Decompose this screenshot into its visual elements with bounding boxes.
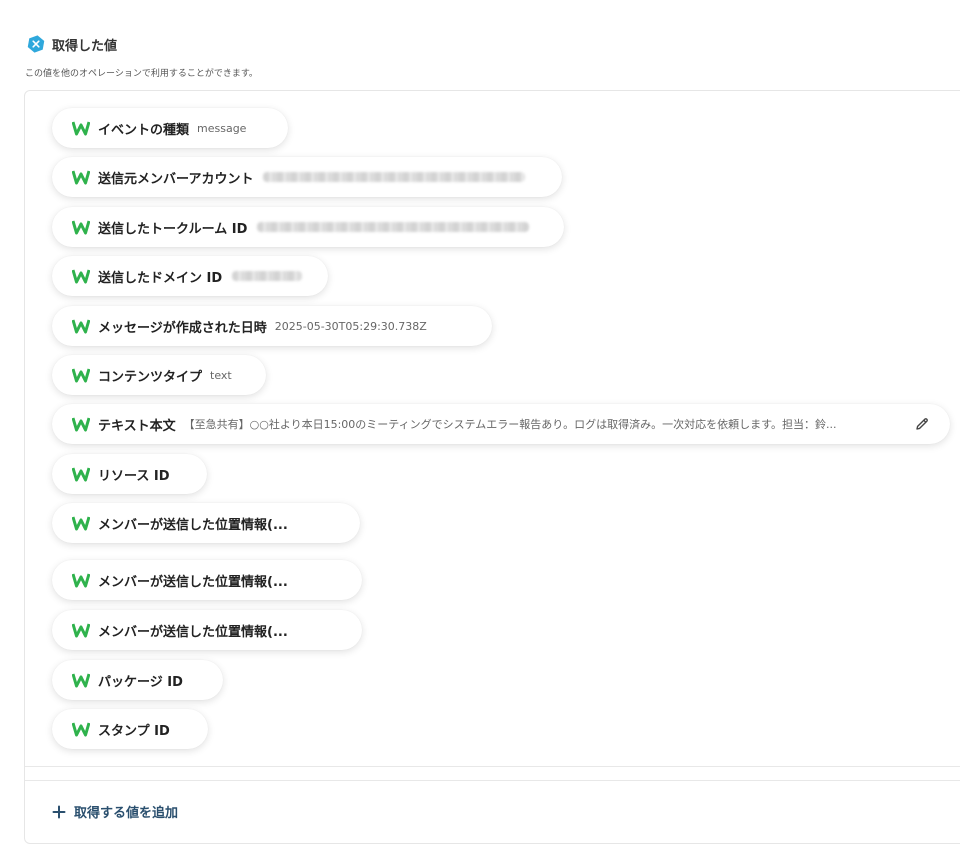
field-label: メッセージが作成された日時 bbox=[98, 320, 267, 336]
lineworks-logo-icon bbox=[72, 368, 90, 383]
divider bbox=[25, 780, 960, 781]
lineworks-logo-icon bbox=[72, 121, 90, 136]
lineworks-logo-icon bbox=[72, 269, 90, 284]
field-label: メンバーが送信した位置情報(... bbox=[98, 624, 288, 640]
divider bbox=[25, 766, 960, 767]
section-header: 取得した値 bbox=[26, 34, 117, 54]
pencil-icon[interactable] bbox=[914, 416, 930, 432]
field-value: message bbox=[197, 121, 247, 135]
field-pill-content-type[interactable]: コンテンツタイプ text bbox=[52, 355, 266, 395]
field-pill-resource-id[interactable]: リソース ID bbox=[52, 454, 207, 494]
field-value: text bbox=[210, 368, 232, 382]
field-label: 送信元メンバーアカウント bbox=[98, 171, 254, 187]
close-hexagon-icon bbox=[27, 35, 45, 53]
field-pill-domain-id[interactable]: 送信したドメイン ID bbox=[52, 256, 328, 296]
field-pill-location-1[interactable]: メンバーが送信した位置情報(... bbox=[52, 503, 360, 543]
field-pill-sender-account[interactable]: 送信元メンバーアカウント bbox=[52, 157, 562, 197]
field-label: コンテンツタイプ bbox=[98, 369, 203, 385]
lineworks-logo-icon bbox=[72, 319, 90, 334]
field-pill-location-2[interactable]: メンバーが送信した位置情報(... bbox=[52, 560, 362, 600]
redacted-value bbox=[232, 271, 303, 281]
add-value-button[interactable]: 取得する値を追加 bbox=[52, 802, 178, 821]
redacted-value bbox=[257, 222, 530, 232]
field-pill-location-3[interactable]: メンバーが送信した位置情報(... bbox=[52, 610, 362, 650]
field-pill-created-at[interactable]: メッセージが作成された日時 2025-05-30T05:29:30.738Z bbox=[52, 306, 492, 346]
field-pill-talkroom-id[interactable]: 送信したトークルーム ID bbox=[52, 207, 564, 247]
add-value-label: 取得する値を追加 bbox=[74, 806, 179, 821]
field-label: 送信したトークルーム ID bbox=[98, 221, 248, 237]
lineworks-logo-icon bbox=[72, 417, 90, 432]
field-pill-package-id[interactable]: パッケージ ID bbox=[52, 660, 223, 700]
lineworks-logo-icon bbox=[72, 673, 90, 688]
field-label: テキスト本文 bbox=[98, 418, 176, 434]
field-label: パッケージ ID bbox=[98, 674, 183, 690]
lineworks-logo-icon bbox=[72, 220, 90, 235]
section-description: この値を他のオペレーションで利用することができます。 bbox=[25, 69, 258, 79]
lineworks-logo-icon bbox=[72, 573, 90, 588]
lineworks-logo-icon bbox=[72, 722, 90, 737]
field-pill-sticker-id[interactable]: スタンプ ID bbox=[52, 709, 208, 749]
lineworks-logo-icon bbox=[72, 170, 90, 185]
lineworks-logo-icon bbox=[72, 467, 90, 482]
section-title: 取得した値 bbox=[52, 38, 118, 54]
redacted-value bbox=[263, 172, 526, 182]
field-label: スタンプ ID bbox=[98, 723, 170, 739]
field-pill-text-body[interactable]: テキスト本文 【至急共有】○○社より本日15:00のミーティングでシステムエラー… bbox=[52, 404, 950, 444]
field-label: メンバーが送信した位置情報(... bbox=[98, 517, 288, 533]
field-label: リソース ID bbox=[98, 468, 170, 484]
field-pill-event-type[interactable]: イベントの種類 message bbox=[52, 108, 288, 148]
field-label: 送信したドメイン ID bbox=[98, 270, 223, 286]
field-value: 【至急共有】○○社より本日15:00のミーティングでシステムエラー報告あり。ログ… bbox=[183, 418, 837, 431]
plus-icon bbox=[52, 805, 66, 818]
field-label: メンバーが送信した位置情報(... bbox=[98, 574, 288, 590]
field-label: イベントの種類 bbox=[98, 122, 190, 138]
lineworks-logo-icon bbox=[72, 516, 90, 531]
field-value: 2025-05-30T05:29:30.738Z bbox=[274, 319, 427, 333]
lineworks-logo-icon bbox=[72, 623, 90, 638]
